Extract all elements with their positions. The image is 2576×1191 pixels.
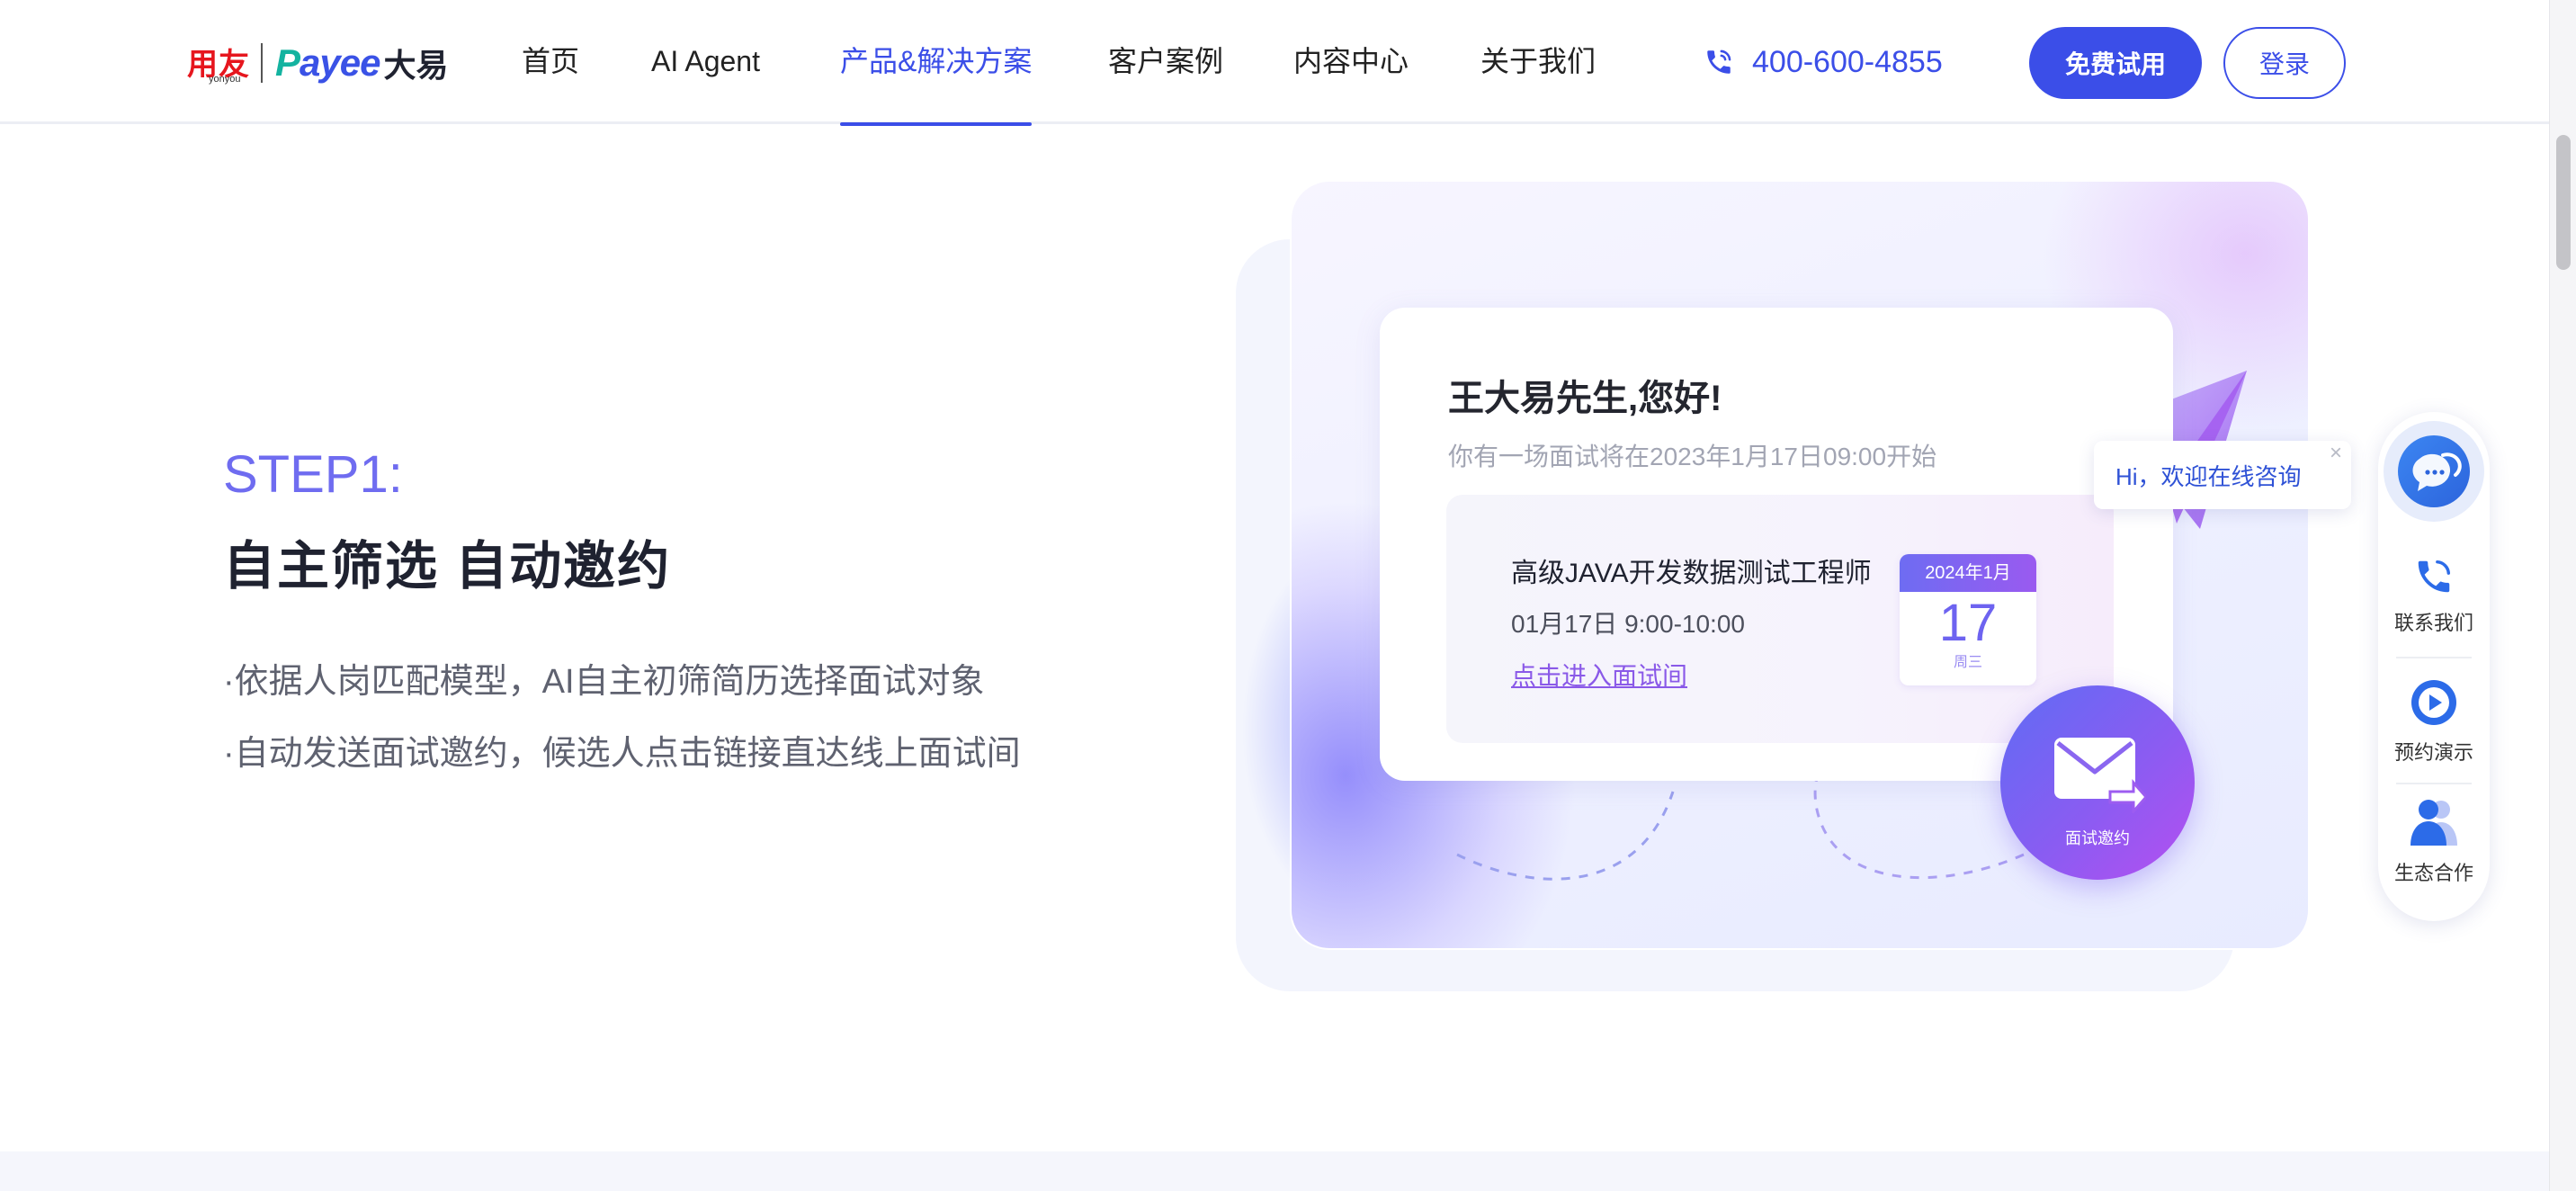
calendar-month: 2024年1月 [1900,554,2036,592]
nav-item-home[interactable]: 首页 [522,0,579,124]
phone-contact[interactable]: 400-600-4855 [1704,41,1943,83]
job-title: 高级JAVA开发数据测试工程师 [1511,559,1872,588]
side-divider [2396,657,2472,658]
side-divider [2396,783,2472,784]
play-icon [2411,680,2456,725]
free-trial-button[interactable]: 免费试用 [2029,27,2202,99]
nav-item-about[interactable]: 关于我们 [1480,0,1596,124]
dayi-logo-text: 大易 [383,47,449,84]
phone-icon [2418,560,2451,593]
online-consult-bubble[interactable]: Hi，欢迎在线咨询 × [2094,441,2351,509]
close-icon[interactable]: × [2330,441,2342,466]
calendar-weekday: 周三 [1953,655,1982,670]
calendar-badge: 2024年1月 17 周三 [1900,554,2036,685]
chat-icon [2398,435,2470,507]
book-demo-label: 预约演示 [2393,741,2473,764]
interview-time: 01月17日 9:00-10:00 [1511,610,1745,638]
calendar-day: 17 [1938,594,1998,652]
phone-icon [1707,49,1731,74]
phone-number: 400-600-4855 [1752,44,1943,79]
feature-bullet: ·依据人岗匹配模型，AI自主初筛简历选择面试对象 [223,663,985,701]
page-scrollbar[interactable] [2549,0,2576,1191]
mail-icon [2054,738,2146,813]
side-contact-us[interactable]: 联系我们 [2378,556,2490,636]
invitation-greeting: 王大易先生,您好! [1448,379,1722,418]
nav-item-cases[interactable]: 客户案例 [1108,0,1223,124]
login-button[interactable]: 登录 [2223,27,2346,99]
side-partnership[interactable]: 生态合作 [2378,797,2490,886]
partner-icon [2411,800,2457,846]
section-title: 自主筛选 自动邀约 [223,537,672,596]
side-book-demo[interactable]: 预约演示 [2378,678,2490,766]
nav-item-products[interactable]: 产品&解决方案 [840,0,1033,126]
brand-logo[interactable]: 用友 yonyou Payee 大易 [185,40,448,86]
feature-bullet: ·自动发送面试邀约，候选人点击链接直达线上面试间 [223,735,1021,773]
payee-logo-rest: ayee [300,41,380,84]
nav-item-ai-agent[interactable]: AI Agent [651,0,760,124]
nav-item-content[interactable]: 内容中心 [1293,0,1409,124]
yonyou-logo: 用友 yonyou [185,40,250,86]
interview-invite-badge: 面试邀约 [2000,685,2195,880]
step-label: STEP1: [223,445,403,504]
floating-side-widget: 联系我们 预约演示 生态合作 [2378,412,2490,921]
next-section-edge [0,1151,2549,1191]
chat-launcher[interactable] [2384,421,2484,522]
enter-interview-link[interactable]: 点击进入面试间 [1511,657,1687,693]
yonyou-logo-subtext: yonyou [209,74,241,85]
payee-logo: Payee [275,41,380,85]
partnership-label: 生态合作 [2393,862,2473,884]
invitation-subtitle: 你有一场面试将在2023年1月17日09:00开始 [1448,443,1937,470]
payee-logo-p: P [275,41,300,84]
contact-us-label: 联系我们 [2393,612,2473,634]
site-header: 用友 yonyou Payee 大易 首页 AI Agent 产品&解决方案 客… [0,0,2549,126]
consult-bubble-text: Hi，欢迎在线咨询 [2115,463,2302,490]
logo-divider [261,43,263,83]
scrollbar-thumb[interactable] [2556,135,2571,270]
mail-badge-label: 面试邀约 [2065,829,2130,847]
